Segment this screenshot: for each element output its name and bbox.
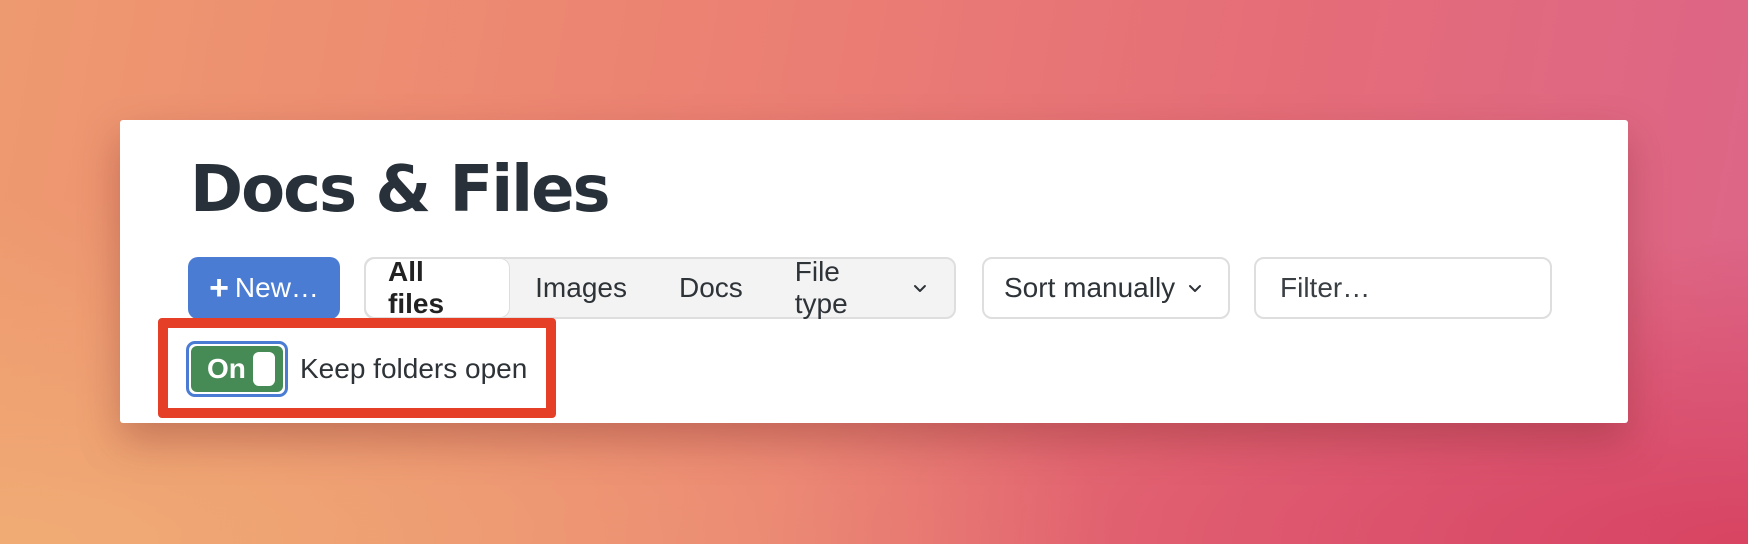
tab-images[interactable]: Images	[509, 259, 653, 317]
tab-label: All files	[388, 256, 445, 319]
file-filter-tabs: All files Images Docs File type	[364, 256, 956, 319]
tab-label: Docs	[678, 272, 743, 303]
toggle-knob	[253, 352, 275, 386]
page-title: Docs & Files	[190, 153, 611, 227]
toggle-state-label: On	[207, 353, 246, 384]
sort-dropdown[interactable]: Sort manually	[982, 257, 1230, 319]
docs-files-panel: Docs & Files + New… All files Images Doc…	[120, 120, 1628, 423]
keep-folders-open-label: Keep folders open	[300, 353, 528, 384]
toggle-track: On	[191, 346, 283, 392]
filter-input[interactable]	[1254, 257, 1552, 319]
keep-folders-open-toggle[interactable]: On	[186, 341, 288, 397]
tab-label: Images	[535, 272, 627, 303]
tab-all-files[interactable]: All files	[366, 256, 510, 319]
plus-icon: +	[209, 269, 229, 307]
chevron-down-icon	[1189, 285, 1202, 292]
tab-docs[interactable]: Docs	[653, 259, 769, 317]
sort-label: Sort manually	[1004, 272, 1176, 303]
new-button-label: New…	[234, 272, 319, 303]
chevron-down-icon	[914, 285, 927, 292]
file-type-dropdown[interactable]: File type	[769, 256, 954, 319]
new-button[interactable]: + New…	[188, 257, 340, 319]
dropdown-label: File type	[794, 256, 848, 319]
